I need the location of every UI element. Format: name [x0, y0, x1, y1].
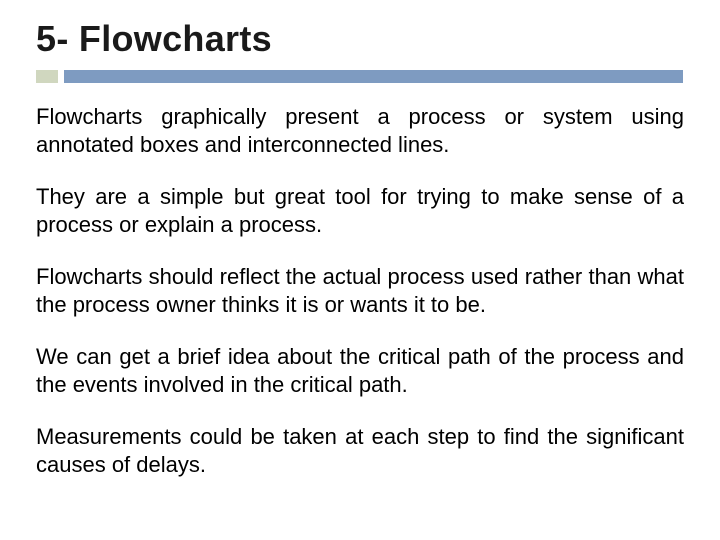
slide-body: Flowcharts graphically present a process… [36, 103, 684, 478]
paragraph: Measurements could be taken at each step… [36, 423, 684, 478]
accent-bar [36, 70, 683, 83]
paragraph: They are a simple but great tool for try… [36, 183, 684, 238]
slide-title: 5- Flowcharts [36, 18, 684, 60]
paragraph: Flowcharts graphically present a process… [36, 103, 684, 158]
slide: 5- Flowcharts Flowcharts graphically pre… [0, 0, 720, 540]
paragraph: We can get a brief idea about the critic… [36, 343, 684, 398]
paragraph: Flowcharts should reflect the actual pro… [36, 263, 684, 318]
